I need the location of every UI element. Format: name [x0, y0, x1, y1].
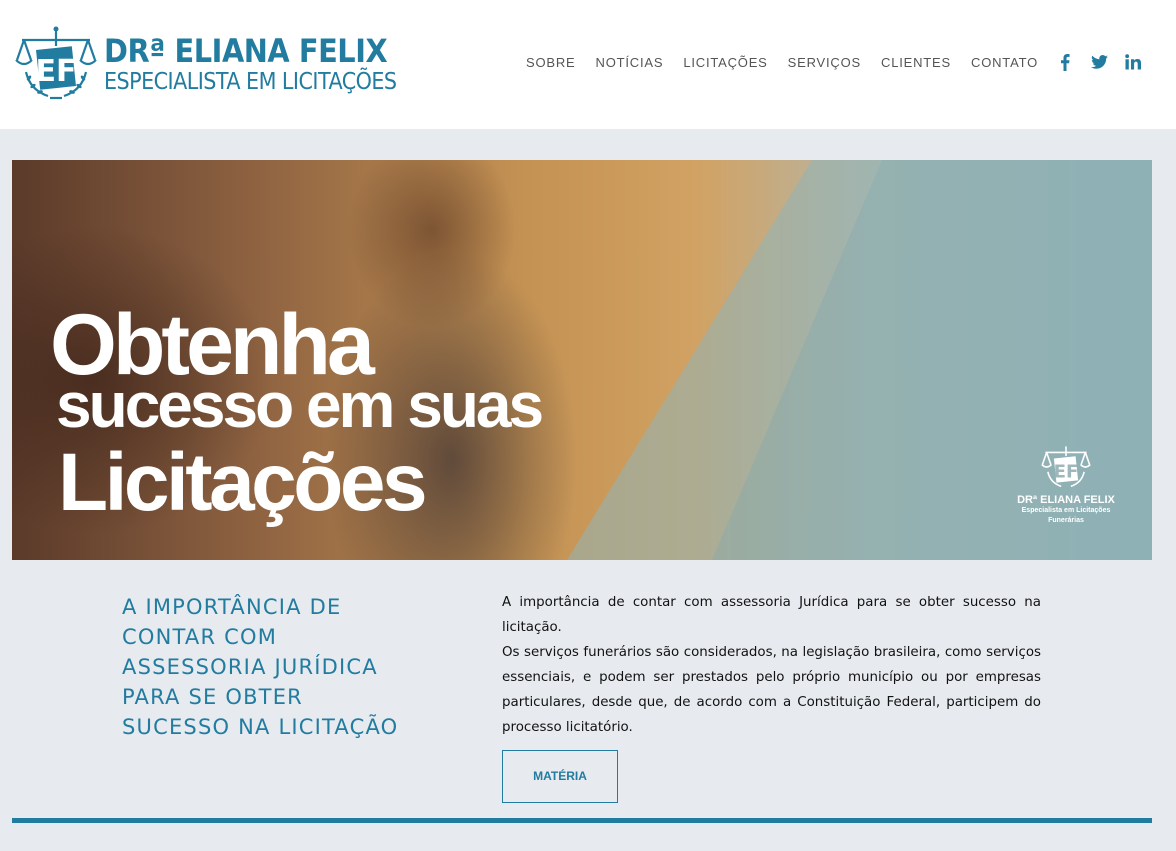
twitter-icon[interactable]	[1090, 53, 1108, 71]
scales-of-justice-icon: EF	[1041, 446, 1091, 488]
brand-tagline: ESPECIALISTA EM LICITAÇÕES	[104, 68, 397, 95]
scales-of-justice-logo-icon: EF	[15, 26, 97, 100]
svg-text:EF: EF	[1054, 461, 1079, 482]
nav-item-noticias[interactable]: NOTÍCIAS	[596, 55, 664, 70]
hero-headline-line3: Licitações	[58, 437, 428, 528]
nav-item-sobre[interactable]: SOBRE	[526, 55, 576, 70]
hero-logo-name: DRª ELIANA FELIX	[1017, 494, 1115, 506]
section-divider	[12, 818, 1152, 823]
site-logo[interactable]: EF DRª ELIANA FELIX ESPECIALISTA EM LICI…	[14, 26, 429, 102]
nav-item-servicos[interactable]: SERVIÇOS	[788, 55, 861, 70]
brand-name: DRª ELIANA FELIX	[104, 31, 388, 70]
nav-item-licitacoes[interactable]: LICITAÇÕES	[683, 55, 767, 70]
nav-item-clientes[interactable]: CLIENTES	[881, 55, 951, 70]
svg-text:EF: EF	[36, 54, 77, 89]
hero-headline-line2: sucesso em suas	[56, 369, 544, 441]
hero-banner: Obtenha sucesso em suas Licitações EF DR…	[12, 160, 1152, 560]
hero-watermark-logo: EF DRª ELIANA FELIX Especialista em Lici…	[1014, 444, 1118, 526]
nav-item-contato[interactable]: CONTATO	[971, 55, 1038, 70]
hero-logo-tagline-2: Funerárias	[1048, 516, 1084, 524]
facebook-icon[interactable]	[1056, 53, 1074, 71]
article-title: A IMPORTÂNCIA DE CONTAR COM ASSESSORIA J…	[122, 595, 399, 739]
linkedin-icon[interactable]	[1124, 53, 1142, 71]
social-links	[1056, 53, 1142, 71]
site-header: EF DRª ELIANA FELIX ESPECIALISTA EM LICI…	[0, 0, 1176, 129]
main-nav: SOBRE NOTÍCIAS LICITAÇÕES SERVIÇOS CLIEN…	[526, 50, 1176, 74]
article-body: A importância de contar com assessoria J…	[502, 590, 1041, 740]
hero-logo-tagline: Especialista em Licitações	[1021, 507, 1111, 514]
materia-button[interactable]: MATÉRIA	[502, 750, 618, 803]
article-paragraph-2: Os serviços funerários são considerados,…	[502, 645, 1041, 735]
article-paragraph-1: A importância de contar com assessoria J…	[502, 595, 1041, 635]
